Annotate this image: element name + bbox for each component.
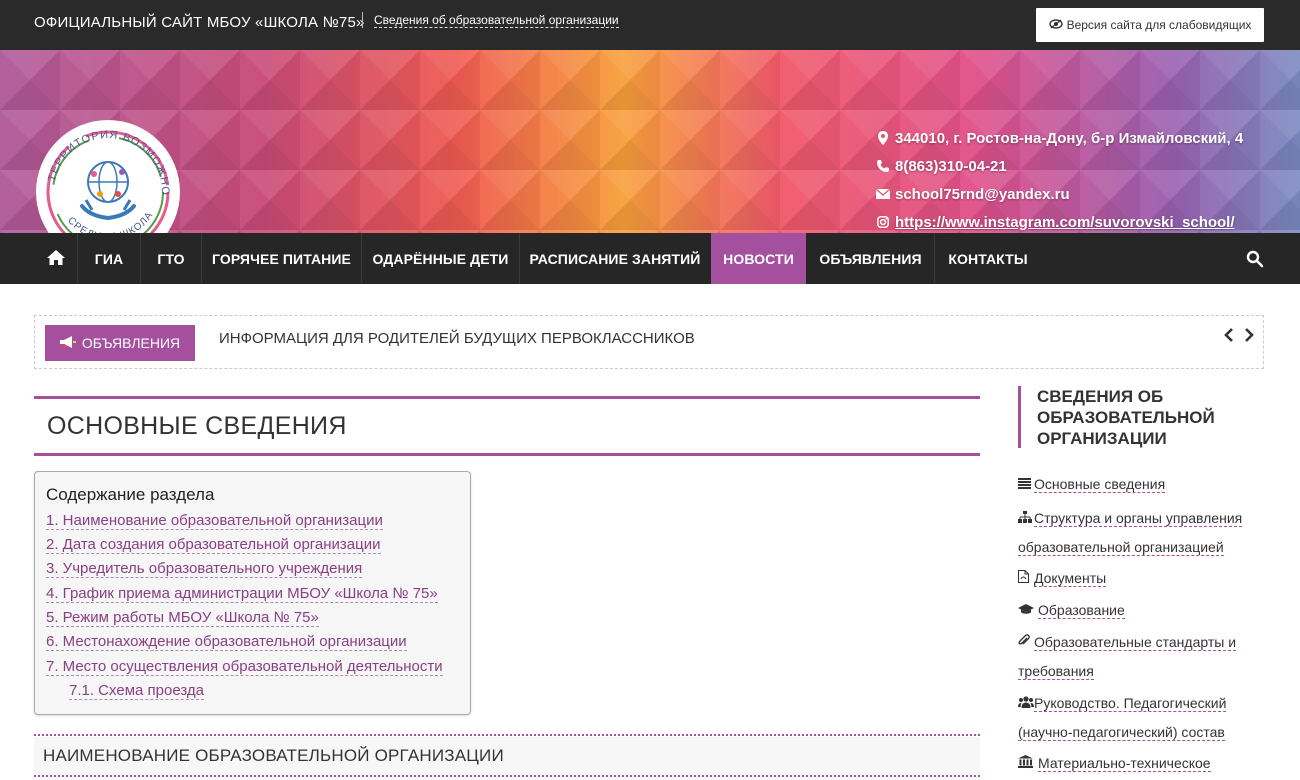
section-top-rule	[34, 734, 980, 736]
nav-item-hot-meals[interactable]: ГОРЯЧЕЕ ПИТАНИЕ	[202, 233, 361, 284]
top-bar: ОФИЦИАЛЬНЫЙ САЙТ МБОУ «ШКОЛА №75» Сведен…	[0, 0, 1300, 50]
sidebar-link-label: Структура и органы управления	[1034, 510, 1243, 527]
info-link[interactable]: Сведения об образовательной организации	[374, 13, 619, 28]
header-banner: ТЕРРИТОРИЯ ВОЗМОЖНОСТЕЙ СРЕДНЯЯ ШКОЛА №7…	[0, 50, 1300, 233]
toc-item[interactable]: 5. Режим работы МБОУ «Школа № 75»	[46, 609, 319, 627]
ticker-headline[interactable]: ИНФОРМАЦИЯ ДЛЯ РОДИТЕЛЕЙ БУДУЩИХ ПЕРВОКЛ…	[219, 330, 695, 347]
logo-emblem: ТЕРРИТОРИЯ ВОЗМОЖНОСТЕЙ СРЕДНЯЯ ШКОЛА №7…	[28, 110, 180, 233]
nav-item-schedule[interactable]: РАСПИСАНИЕ ЗАНЯТИЙ	[520, 233, 710, 284]
email-row: school75rnd@yandex.ru	[876, 180, 1243, 208]
institution-icon	[1018, 750, 1034, 778]
toc-item[interactable]: 2. Дата создания образовательной организ…	[46, 536, 381, 554]
toc-item[interactable]: 4. График приема администрации МБОУ «Шко…	[46, 585, 438, 603]
graduation-cap-icon	[1018, 597, 1034, 625]
sidebar-link-standards[interactable]: Образовательные стандарты и требования	[1018, 628, 1237, 685]
eye-icon	[1048, 18, 1063, 32]
section-title: НАИМЕНОВАНИЕ ОБРАЗОВАТЕЛЬНОЙ ОРГАНИЗАЦИИ	[43, 746, 504, 765]
topbar-divider	[362, 12, 363, 28]
sidebar-link-label-cont: образовательной организацией	[1018, 539, 1224, 556]
table-of-contents: Содержание раздела 1. Наименование образ…	[34, 471, 471, 715]
phone-row: 8(863)310-04-21	[876, 152, 1243, 180]
toc-item[interactable]: 7. Место осуществления образовательной д…	[46, 658, 443, 676]
megaphone-icon	[59, 335, 76, 351]
search-icon[interactable]	[1246, 250, 1264, 273]
nav-item-contacts[interactable]: КОНТАКТЫ	[935, 233, 1041, 284]
sidebar-link-label-cont: требования	[1018, 663, 1094, 680]
nav-item-gia[interactable]: ГИА	[78, 233, 140, 284]
address-text: 344010, г. Ростов-на-Дону, б-р Измайловс…	[895, 129, 1244, 147]
nav-home[interactable]	[34, 233, 77, 284]
announcement-ticker: ОБЪЯВЛЕНИЯ ИНФОРМАЦИЯ ДЛЯ РОДИТЕЛЕЙ БУДУ…	[34, 315, 1264, 369]
sidebar-link-label: Образование	[1038, 602, 1125, 619]
ticker-label-badge[interactable]: ОБЪЯВЛЕНИЯ	[45, 325, 195, 361]
sidebar-link-staff[interactable]: Руководство. Педагогический (научно-педа…	[1018, 689, 1227, 746]
paperclip-icon	[1018, 629, 1034, 657]
low-vision-label: Версия сайта для слабовидящих	[1066, 18, 1252, 32]
list-icon	[1018, 471, 1034, 499]
sidebar-link-label: Материально-техническое	[1038, 755, 1211, 772]
users-icon	[1018, 690, 1034, 718]
sidebar-accent-bar	[1018, 386, 1021, 448]
phone-icon	[876, 160, 890, 172]
nav-item-gto[interactable]: ГТО	[141, 233, 201, 284]
sidebar-link-facilities[interactable]: Материально-техническое	[1018, 749, 1211, 778]
chevron-right-icon[interactable]	[1243, 326, 1255, 347]
home-icon	[46, 249, 65, 268]
nav-item-news[interactable]: НОВОСТИ	[711, 233, 806, 284]
sidebar-link-label: Образовательные стандарты и	[1034, 634, 1237, 651]
sidebar-link-label: Руководство. Педагогический	[1034, 695, 1227, 712]
toc-subitem[interactable]: 7.1. Схема проезда	[69, 682, 204, 700]
email-text: school75rnd@yandex.ru	[895, 185, 1070, 203]
envelope-icon	[876, 189, 890, 199]
section-bottom-rule	[34, 775, 980, 777]
sidebar-link-structure[interactable]: Структура и органы управления образовате…	[1018, 504, 1243, 561]
main-nav: ГИА ГТО ГОРЯЧЕЕ ПИТАНИЕ ОДАРЁННЫЕ ДЕТИ Р…	[0, 233, 1300, 284]
site-title: ОФИЦИАЛЬНЫЙ САЙТ МБОУ «ШКОЛА №75»	[34, 14, 365, 31]
sitemap-icon	[1018, 505, 1034, 533]
document-icon	[1018, 565, 1034, 593]
instagram-row: https://www.instagram.com/suvorovski_sch…	[876, 208, 1243, 233]
toc-item[interactable]: 6. Местонахождение образовательной орган…	[46, 633, 407, 651]
instagram-icon	[876, 216, 890, 228]
sidebar-link-label: Основные сведения	[1034, 476, 1166, 493]
address-row: 344010, г. Ростов-на-Дону, б-р Измайловс…	[876, 124, 1243, 152]
sidebar-link-label-cont: (научно-педагогический) состав	[1018, 724, 1225, 741]
header-contacts: 344010, г. Ростов-на-Дону, б-р Измайловс…	[876, 124, 1243, 233]
map-marker-icon	[876, 131, 890, 145]
sidebar-link-education[interactable]: Образование	[1018, 596, 1125, 625]
page-title: ОСНОВНЫЕ СВЕДЕНИЯ	[47, 412, 347, 440]
sidebar-link-documents[interactable]: Документы	[1018, 564, 1107, 593]
ticker-label: ОБЪЯВЛЕНИЯ	[81, 335, 181, 351]
sidebar-title: СВЕДЕНИЯ ОБ ОБРАЗОВАТЕЛЬНОЙ ОРГАНИЗАЦИИ	[1037, 387, 1215, 448]
sidebar-link-basic-info[interactable]: Основные сведения	[1018, 470, 1166, 499]
toc-item[interactable]: 3. Учредитель образовательного учреждени…	[46, 560, 363, 578]
low-vision-button[interactable]: Версия сайта для слабовидящих	[1036, 8, 1264, 42]
school-logo[interactable]: ТЕРРИТОРИЯ ВОЗМОЖНОСТЕЙ СРЕДНЯЯ ШКОЛА №7…	[28, 110, 182, 233]
toc-item[interactable]: 1. Наименование образовательной организа…	[46, 512, 383, 530]
nav-item-gifted-children[interactable]: ОДАРЁННЫЕ ДЕТИ	[362, 233, 519, 284]
heading-bottom-rule	[34, 453, 980, 456]
chevron-left-icon[interactable]	[1223, 326, 1235, 347]
toc-title: Содержание раздела	[46, 485, 215, 504]
heading-top-rule	[34, 396, 980, 399]
phone-text: 8(863)310-04-21	[895, 157, 1007, 175]
sidebar-link-label: Документы	[1034, 570, 1107, 587]
nav-item-announcements[interactable]: ОБЪЯВЛЕНИЯ	[807, 233, 934, 284]
instagram-link[interactable]: https://www.instagram.com/suvorovski_sch…	[895, 214, 1235, 231]
